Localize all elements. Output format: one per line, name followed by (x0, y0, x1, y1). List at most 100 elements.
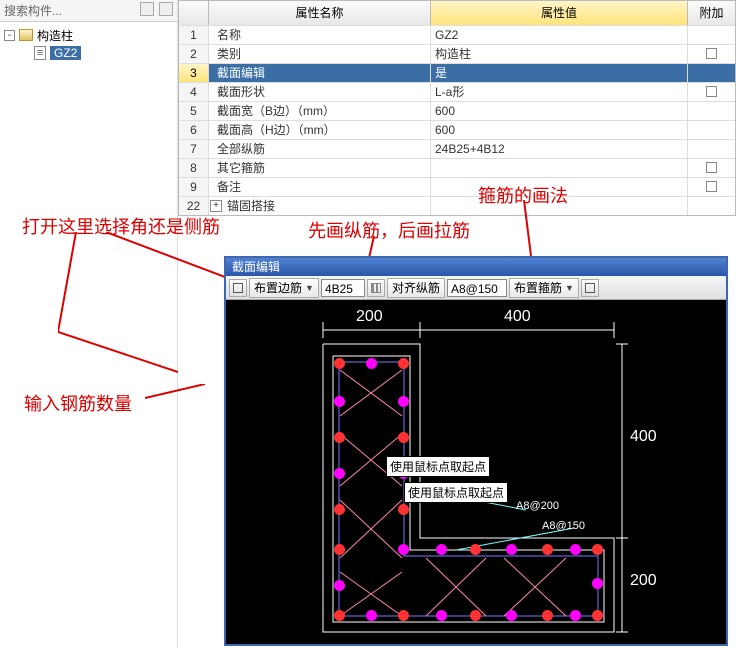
tool-icon[interactable] (229, 279, 247, 297)
component-tree: - 构造柱 GZ2 (0, 22, 177, 66)
tree-root[interactable]: - 构造柱 (2, 26, 175, 44)
prop-add (688, 140, 735, 158)
clear-icon[interactable] (159, 2, 173, 16)
prop-value[interactable]: 600 (431, 102, 688, 120)
prop-value[interactable]: 构造柱 (431, 45, 688, 63)
editor-toolbar: 布置边筋▼ 4B25 对齐纵筋 A8@150 布置箍筋▼ (226, 276, 726, 300)
table-row[interactable]: 8其它箍筋 (179, 158, 735, 177)
rebar-dot[interactable] (334, 468, 345, 479)
prop-add (688, 26, 735, 44)
rebar-spec-input[interactable]: 4B25 (321, 279, 365, 297)
rebar-dot[interactable] (334, 396, 345, 407)
layout-stirrup-button[interactable]: 布置箍筋▼ (509, 278, 579, 298)
rebar-dot[interactable] (334, 544, 345, 555)
col-add-header: 附加 (688, 1, 735, 25)
rebar-dot[interactable] (506, 544, 517, 555)
prop-name: 其它箍筋 (209, 159, 431, 177)
prop-name: 截面高（H边）（mm） (209, 121, 431, 139)
row-num: 9 (179, 178, 209, 196)
rebar-dot[interactable] (470, 544, 481, 555)
chevron-down-icon: ▼ (565, 279, 574, 297)
checkbox[interactable] (706, 86, 717, 97)
rebar-dot[interactable] (592, 544, 603, 555)
tooltip: 使用鼠标点取起点 (404, 482, 508, 503)
layout-edge-rebar-button[interactable]: 布置边筋▼ (249, 278, 319, 298)
tree-root-label: 构造柱 (37, 27, 73, 44)
search-bar[interactable]: 搜索构件... (0, 0, 177, 22)
search-placeholder: 搜索构件... (4, 4, 62, 18)
prop-name: 备注 (209, 178, 431, 196)
prop-add[interactable] (688, 83, 735, 101)
prop-add[interactable] (688, 159, 735, 177)
rebar-dot[interactable] (334, 358, 345, 369)
table-row[interactable]: 1名称GZ2 (179, 25, 735, 44)
prop-value[interactable]: 24B25+4B12 (431, 140, 688, 158)
rebar-dot[interactable] (542, 610, 553, 621)
search-icon[interactable] (140, 2, 154, 16)
table-row[interactable]: 5截面宽（B边）（mm）600 (179, 101, 735, 120)
align-icon[interactable] (367, 279, 385, 297)
checkbox[interactable] (706, 48, 717, 59)
rebar-dot[interactable] (334, 504, 345, 515)
prop-add (688, 64, 735, 82)
stirrup-spec-input[interactable]: A8@150 (447, 279, 507, 297)
rebar-dot[interactable] (334, 610, 345, 621)
prop-name: 截面宽（B边）（mm） (209, 102, 431, 120)
rebar-dot[interactable] (398, 432, 409, 443)
rebar-dot[interactable] (542, 544, 553, 555)
prop-value[interactable]: L-a形 (431, 83, 688, 101)
rebar-dot[interactable] (470, 610, 481, 621)
col-value-header[interactable]: 属性值 (431, 1, 688, 25)
rebar-dot[interactable] (334, 432, 345, 443)
rebar-dot[interactable] (436, 610, 447, 621)
prop-add[interactable] (688, 178, 735, 196)
rebar-dot[interactable] (570, 544, 581, 555)
rebar-dot[interactable] (436, 544, 447, 555)
row-num: 5 (179, 102, 209, 120)
rebar-dot[interactable] (398, 504, 409, 515)
table-row[interactable]: 9备注 (179, 177, 735, 196)
prop-value[interactable]: 是 (431, 64, 688, 82)
section-editor: 截面编辑 布置边筋▼ 4B25 对齐纵筋 A8@150 布置箍筋▼ 200 40… (224, 256, 728, 646)
doc-icon (34, 46, 46, 60)
rebar-dot[interactable] (592, 610, 603, 621)
rebar-dot[interactable] (366, 358, 377, 369)
row-num: 7 (179, 140, 209, 158)
prop-value[interactable]: 600 (431, 121, 688, 139)
rebar-dot[interactable] (398, 610, 409, 621)
table-row[interactable]: 4截面形状L-a形 (179, 82, 735, 101)
rebar-dot[interactable] (398, 358, 409, 369)
table-row[interactable]: 22+ 锚固搭接 (179, 196, 735, 215)
rebar-dot[interactable] (398, 544, 409, 555)
expand-icon[interactable]: + (210, 200, 222, 212)
table-row[interactable]: 7全部纵筋24B25+4B12 (179, 139, 735, 158)
tool-icon-2[interactable] (581, 279, 599, 297)
rebar-dot[interactable] (366, 610, 377, 621)
prop-name: 锚固搭接 (209, 197, 431, 215)
chevron-down-icon: ▼ (305, 279, 314, 297)
rebar-dot[interactable] (570, 610, 581, 621)
section-canvas[interactable]: 200 400 400 200 A8@200 A8@150 (226, 300, 726, 644)
rebar-dot[interactable] (398, 396, 409, 407)
table-row[interactable]: 2类别构造柱 (179, 44, 735, 63)
prop-add[interactable] (688, 45, 735, 63)
property-table: 属性名称 属性值 附加 1名称GZ22类别构造柱3截面编辑是4截面形状L-a形5… (178, 0, 736, 216)
checkbox[interactable] (706, 181, 717, 192)
rebar-dot[interactable] (592, 578, 603, 589)
checkbox[interactable] (706, 162, 717, 173)
table-row[interactable]: 6截面高（H边）（mm）600 (179, 120, 735, 139)
row-num: 3 (179, 64, 209, 82)
row-num: 4 (179, 83, 209, 101)
rebar-dot[interactable] (506, 610, 517, 621)
prop-add (688, 197, 735, 215)
prop-name: 名称 (209, 26, 431, 44)
tree-child[interactable]: GZ2 (2, 44, 175, 62)
prop-value[interactable] (431, 159, 688, 177)
collapse-icon[interactable]: - (4, 30, 15, 41)
table-header: 属性名称 属性值 附加 (179, 1, 735, 25)
align-rebar-button[interactable]: 对齐纵筋 (387, 278, 445, 298)
prop-value[interactable]: GZ2 (431, 26, 688, 44)
rebar-dot[interactable] (334, 580, 345, 591)
annotation-input-count: 输入钢筋数量 (24, 390, 132, 416)
table-row[interactable]: 3截面编辑是 (179, 63, 735, 82)
